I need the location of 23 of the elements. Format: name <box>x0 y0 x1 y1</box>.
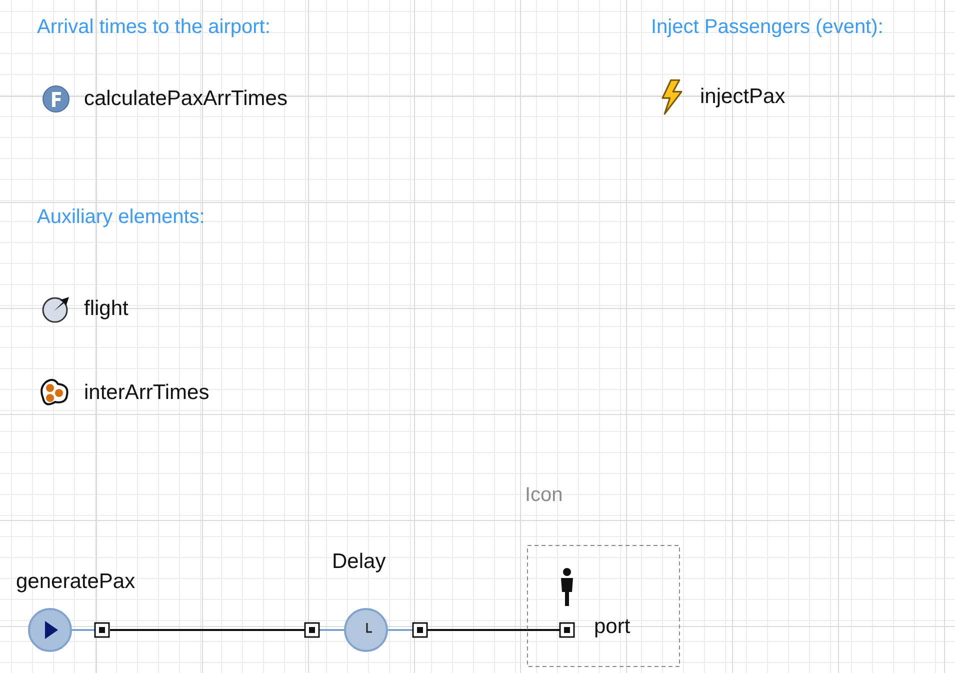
section-heading: Auxiliary elements: <box>37 206 205 229</box>
block-name: generatePax <box>16 570 136 594</box>
function-icon[interactable] <box>40 84 72 114</box>
port-link <box>388 629 413 631</box>
port-square[interactable] <box>412 622 428 638</box>
port-square[interactable] <box>304 622 320 638</box>
element-name: flight <box>84 297 128 321</box>
person-icon <box>561 568 573 606</box>
port-label: port <box>594 615 630 639</box>
icon-label: Icon <box>525 484 563 507</box>
port-square[interactable] <box>94 622 110 638</box>
gauge-icon[interactable] <box>40 294 72 324</box>
port-link <box>319 629 344 631</box>
source-block[interactable] <box>28 608 72 652</box>
element-name: interArrTimes <box>84 381 210 405</box>
element-name: injectPax <box>700 85 786 109</box>
element-name: calculatePaxArrTimes <box>84 87 288 111</box>
section-heading: Arrival times to the airport: <box>37 16 270 39</box>
section-heading: Inject Passengers (event): <box>651 16 884 39</box>
port-link <box>72 629 95 631</box>
port-square[interactable] <box>559 622 575 638</box>
delay-block[interactable] <box>344 608 388 652</box>
block-name: Delay <box>332 550 386 574</box>
